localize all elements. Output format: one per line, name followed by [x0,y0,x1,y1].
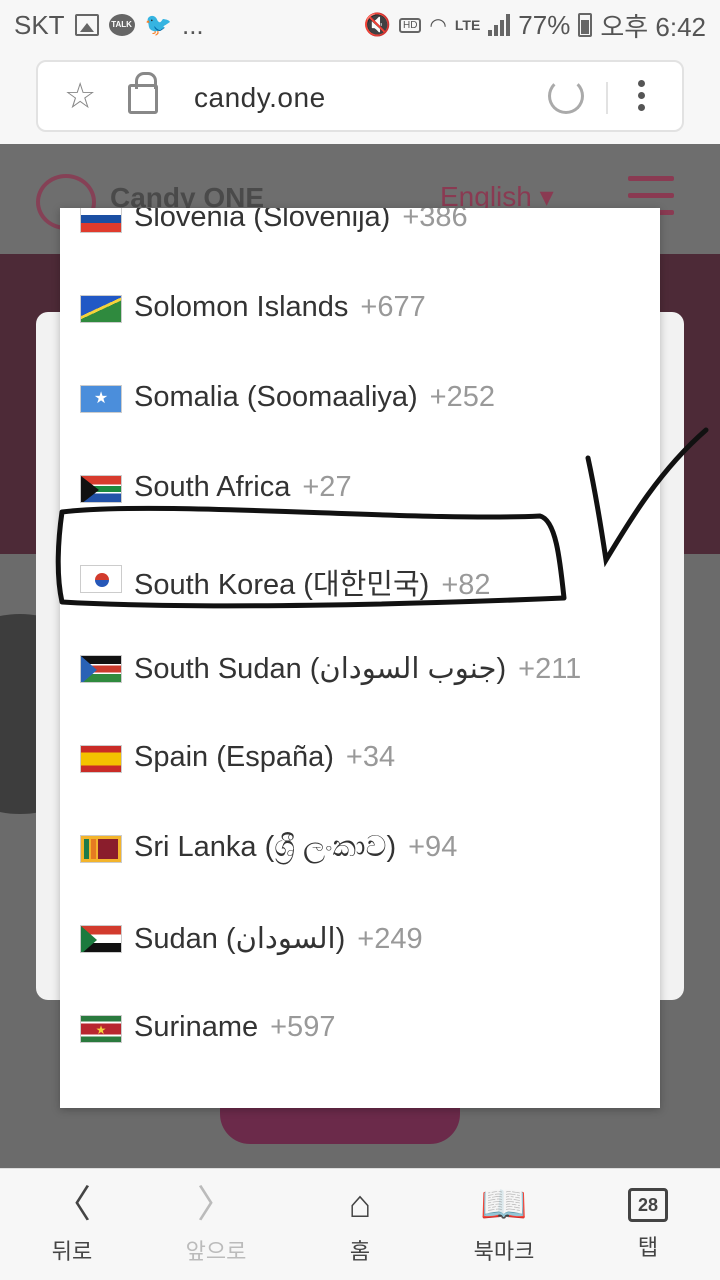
clock: 오후 6:42 [600,11,706,42]
divider [606,82,608,114]
home-icon: ⌂ [348,1183,372,1226]
back-arrow-icon: 〈 [52,1183,91,1226]
country-option[interactable]: ★ Suriname +597 [60,984,660,1074]
battery-icon [578,13,593,37]
country-name: Slovenia (Slovenija) +386 [134,208,468,234]
forward-button[interactable]: 〉 앞으로 [156,1184,276,1266]
bookmarks-label: 북마크 [473,1239,535,1265]
status-left: SKT TALK 🐦 ... [14,10,204,41]
battery-percent: 77% [518,9,571,40]
wifi-icon: ◠ [429,14,447,37]
flag-icon: ★ [80,1015,122,1043]
book-icon: 📖 [480,1183,528,1226]
tabs-label: 탭 [637,1235,659,1261]
flag-icon [80,745,122,773]
tabs-button[interactable]: 28 탭 [588,1187,708,1262]
country-option[interactable]: South Sudan (جنوب السودان) +211 [60,624,660,714]
flag-icon [80,835,122,863]
dial-code: +386 [402,208,468,233]
bookmarks-button[interactable]: 📖 북마크 [444,1184,564,1266]
reload-icon[interactable] [548,78,584,114]
dial-code: +34 [345,741,396,773]
more-notifications-icon: ... [181,9,204,40]
url-text[interactable]: candy.one [194,82,326,114]
browser-bottom-bar: 〈 뒤로 〉 앞으로 ⌂ 홈 📖 북마크 28 탭 [0,1168,720,1280]
country-name: Suriname +597 [134,1011,336,1043]
dial-code: +94 [408,831,458,863]
country-option[interactable]: ★ Somalia (Soomaaliya) +252 [60,354,660,444]
flag-icon [80,925,122,953]
flag-icon [80,295,122,323]
signal-icon [488,14,511,36]
carrier-label: SKT [14,9,65,40]
lte-icon: LTE [454,17,481,33]
home-button[interactable]: ⌂ 홈 [300,1184,420,1266]
forward-label: 앞으로 [185,1239,247,1265]
flag-icon [80,565,122,593]
country-name: Sudan (السودان) +249 [134,923,423,955]
mute-icon: 🔇 [363,12,391,37]
country-name: South Africa +27 [134,471,352,503]
country-code-dropdown[interactable]: Slovenia (Slovenija) +386 Solomon Islands +… [60,208,660,1108]
country-name: South Korea (대한민국) +82 [134,569,491,601]
country-name: Solomon Islands +677 [134,291,426,323]
back-button[interactable]: 〈 뒤로 [12,1184,132,1266]
back-label: 뒤로 [51,1239,93,1265]
bookmark-star-icon[interactable]: ☆ [64,78,96,114]
tabs-icon: 28 [628,1187,668,1222]
hd-voice-icon: HD [398,17,422,33]
country-option[interactable]: South Africa +27 [60,444,660,534]
flag-icon: ★ [80,385,122,413]
flag-icon [80,208,122,233]
country-option[interactable]: South Korea (대한민국) +82 [60,534,660,624]
dial-code: +211 [518,653,582,685]
forward-arrow-icon: 〉 [196,1183,235,1226]
lock-icon[interactable] [128,72,158,114]
country-option[interactable]: Slovenia (Slovenija) +386 [60,208,660,264]
gallery-notification-icon [74,14,99,36]
flag-icon [80,475,122,503]
dial-code: +677 [360,291,426,323]
country-option[interactable]: Solomon Islands +677 [60,264,660,354]
twitter-notification-icon: 🐦 [144,12,172,37]
home-label: 홈 [349,1239,371,1265]
status-right: 🔇 HD ◠ LTE 77% 오후 6:42 [364,7,706,44]
browser-toolbar: ☆ candy.one [0,50,720,144]
dial-code: +27 [302,471,352,503]
country-name: Somalia (Soomaaliya) +252 [134,381,495,413]
country-option[interactable]: Sri Lanka (ශ්‍රී ලංකාව) +94 [60,804,660,894]
kakaotalk-notification-icon: TALK [108,14,135,36]
country-option[interactable]: Sudan (السودان) +249 [60,894,660,984]
dial-code: +252 [429,381,495,413]
more-menu-icon[interactable] [638,80,646,116]
flag-icon [80,655,122,683]
country-name: Spain (España) +34 [134,741,396,773]
address-bar[interactable]: ☆ candy.one [36,60,684,132]
dial-code: +82 [441,569,491,601]
status-bar: SKT TALK 🐦 ... 🔇 HD ◠ LTE 77% 오후 6:42 [0,0,720,50]
country-name: South Sudan (جنوب السودان) +211 [134,653,582,685]
dial-code: +249 [357,923,423,955]
country-name: Sri Lanka (ශ්‍රී ලංකාව) +94 [134,831,458,863]
dial-code: +597 [270,1011,336,1043]
country-option[interactable]: Spain (España) +34 [60,714,660,804]
